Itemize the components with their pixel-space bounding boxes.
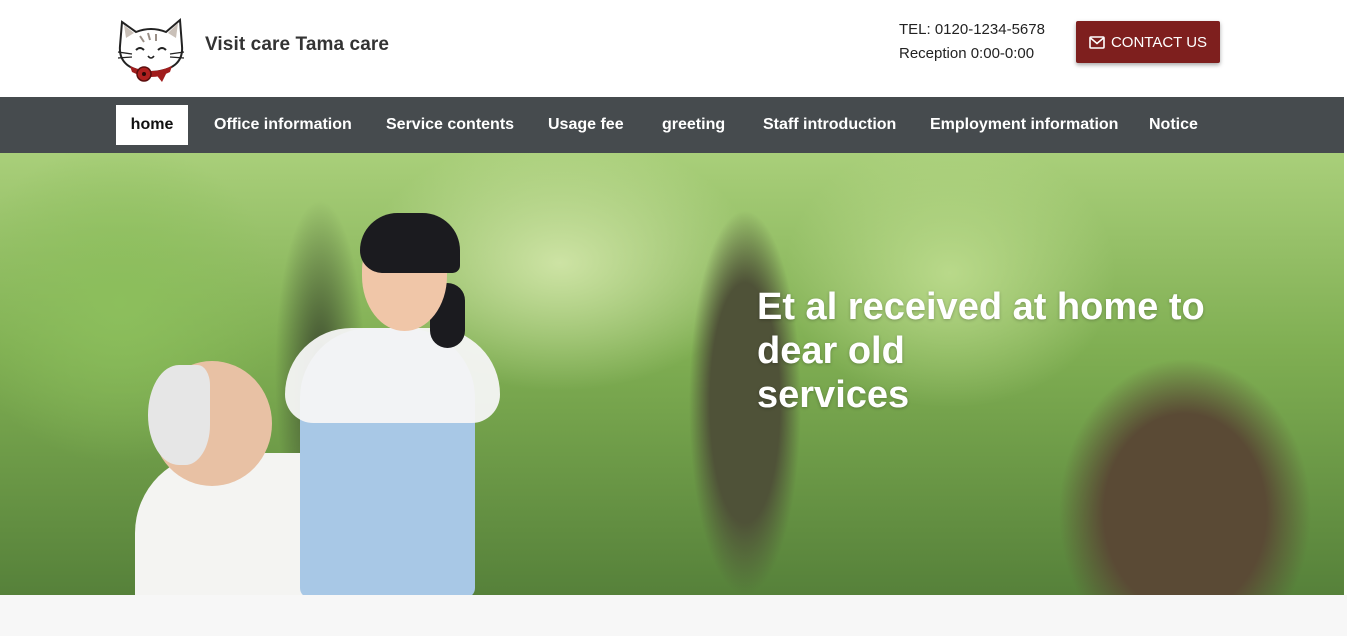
- hero-headline-line-3: services: [757, 374, 910, 416]
- hero-photo-caregiver-shirt: [285, 328, 500, 423]
- cat-logo-icon[interactable]: [114, 12, 188, 84]
- contact-us-label: CONTACT US: [1110, 33, 1208, 51]
- nav-item-greeting[interactable]: greeting: [646, 105, 741, 145]
- nav-item-office-information[interactable]: Office information: [198, 105, 368, 145]
- nav-item-home[interactable]: home: [116, 105, 188, 145]
- hero-photo-caregiver-hair: [360, 213, 460, 273]
- hero-headline-line-1: Et al received at home to: [757, 286, 1205, 328]
- site-title[interactable]: Visit care Tama care: [205, 34, 389, 56]
- telephone-number: TEL: 0120-1234-5678: [899, 21, 1045, 38]
- main-navigation: home Office information Service contents…: [0, 97, 1347, 153]
- envelope-icon: [1089, 35, 1105, 49]
- reception-hours: Reception 0:00-0:00: [899, 45, 1035, 62]
- nav-item-staff-introduction[interactable]: Staff introduction: [747, 105, 912, 145]
- hero-banner: Et al received at home to dear old servi…: [0, 153, 1344, 595]
- nav-item-service-contents[interactable]: Service contents: [370, 105, 530, 145]
- hero-headline: Et al received at home to dear old servi…: [757, 285, 1277, 417]
- hero-headline-line-2: dear old: [757, 330, 905, 372]
- nav-item-usage-fee[interactable]: Usage fee: [532, 105, 640, 145]
- hero-photo-elderly-man-hair: [148, 365, 210, 465]
- nav-item-notice[interactable]: Notice: [1133, 105, 1214, 145]
- contact-us-button[interactable]: CONTACT US: [1076, 21, 1220, 63]
- nav-item-employment-information[interactable]: Employment information: [914, 105, 1134, 145]
- contact-info: TEL: 0120-1234-5678 Reception 0:00-0:00: [899, 18, 1045, 66]
- content-section-start: [0, 595, 1347, 636]
- site-header: Visit care Tama care TEL: 0120-1234-5678…: [0, 0, 1347, 97]
